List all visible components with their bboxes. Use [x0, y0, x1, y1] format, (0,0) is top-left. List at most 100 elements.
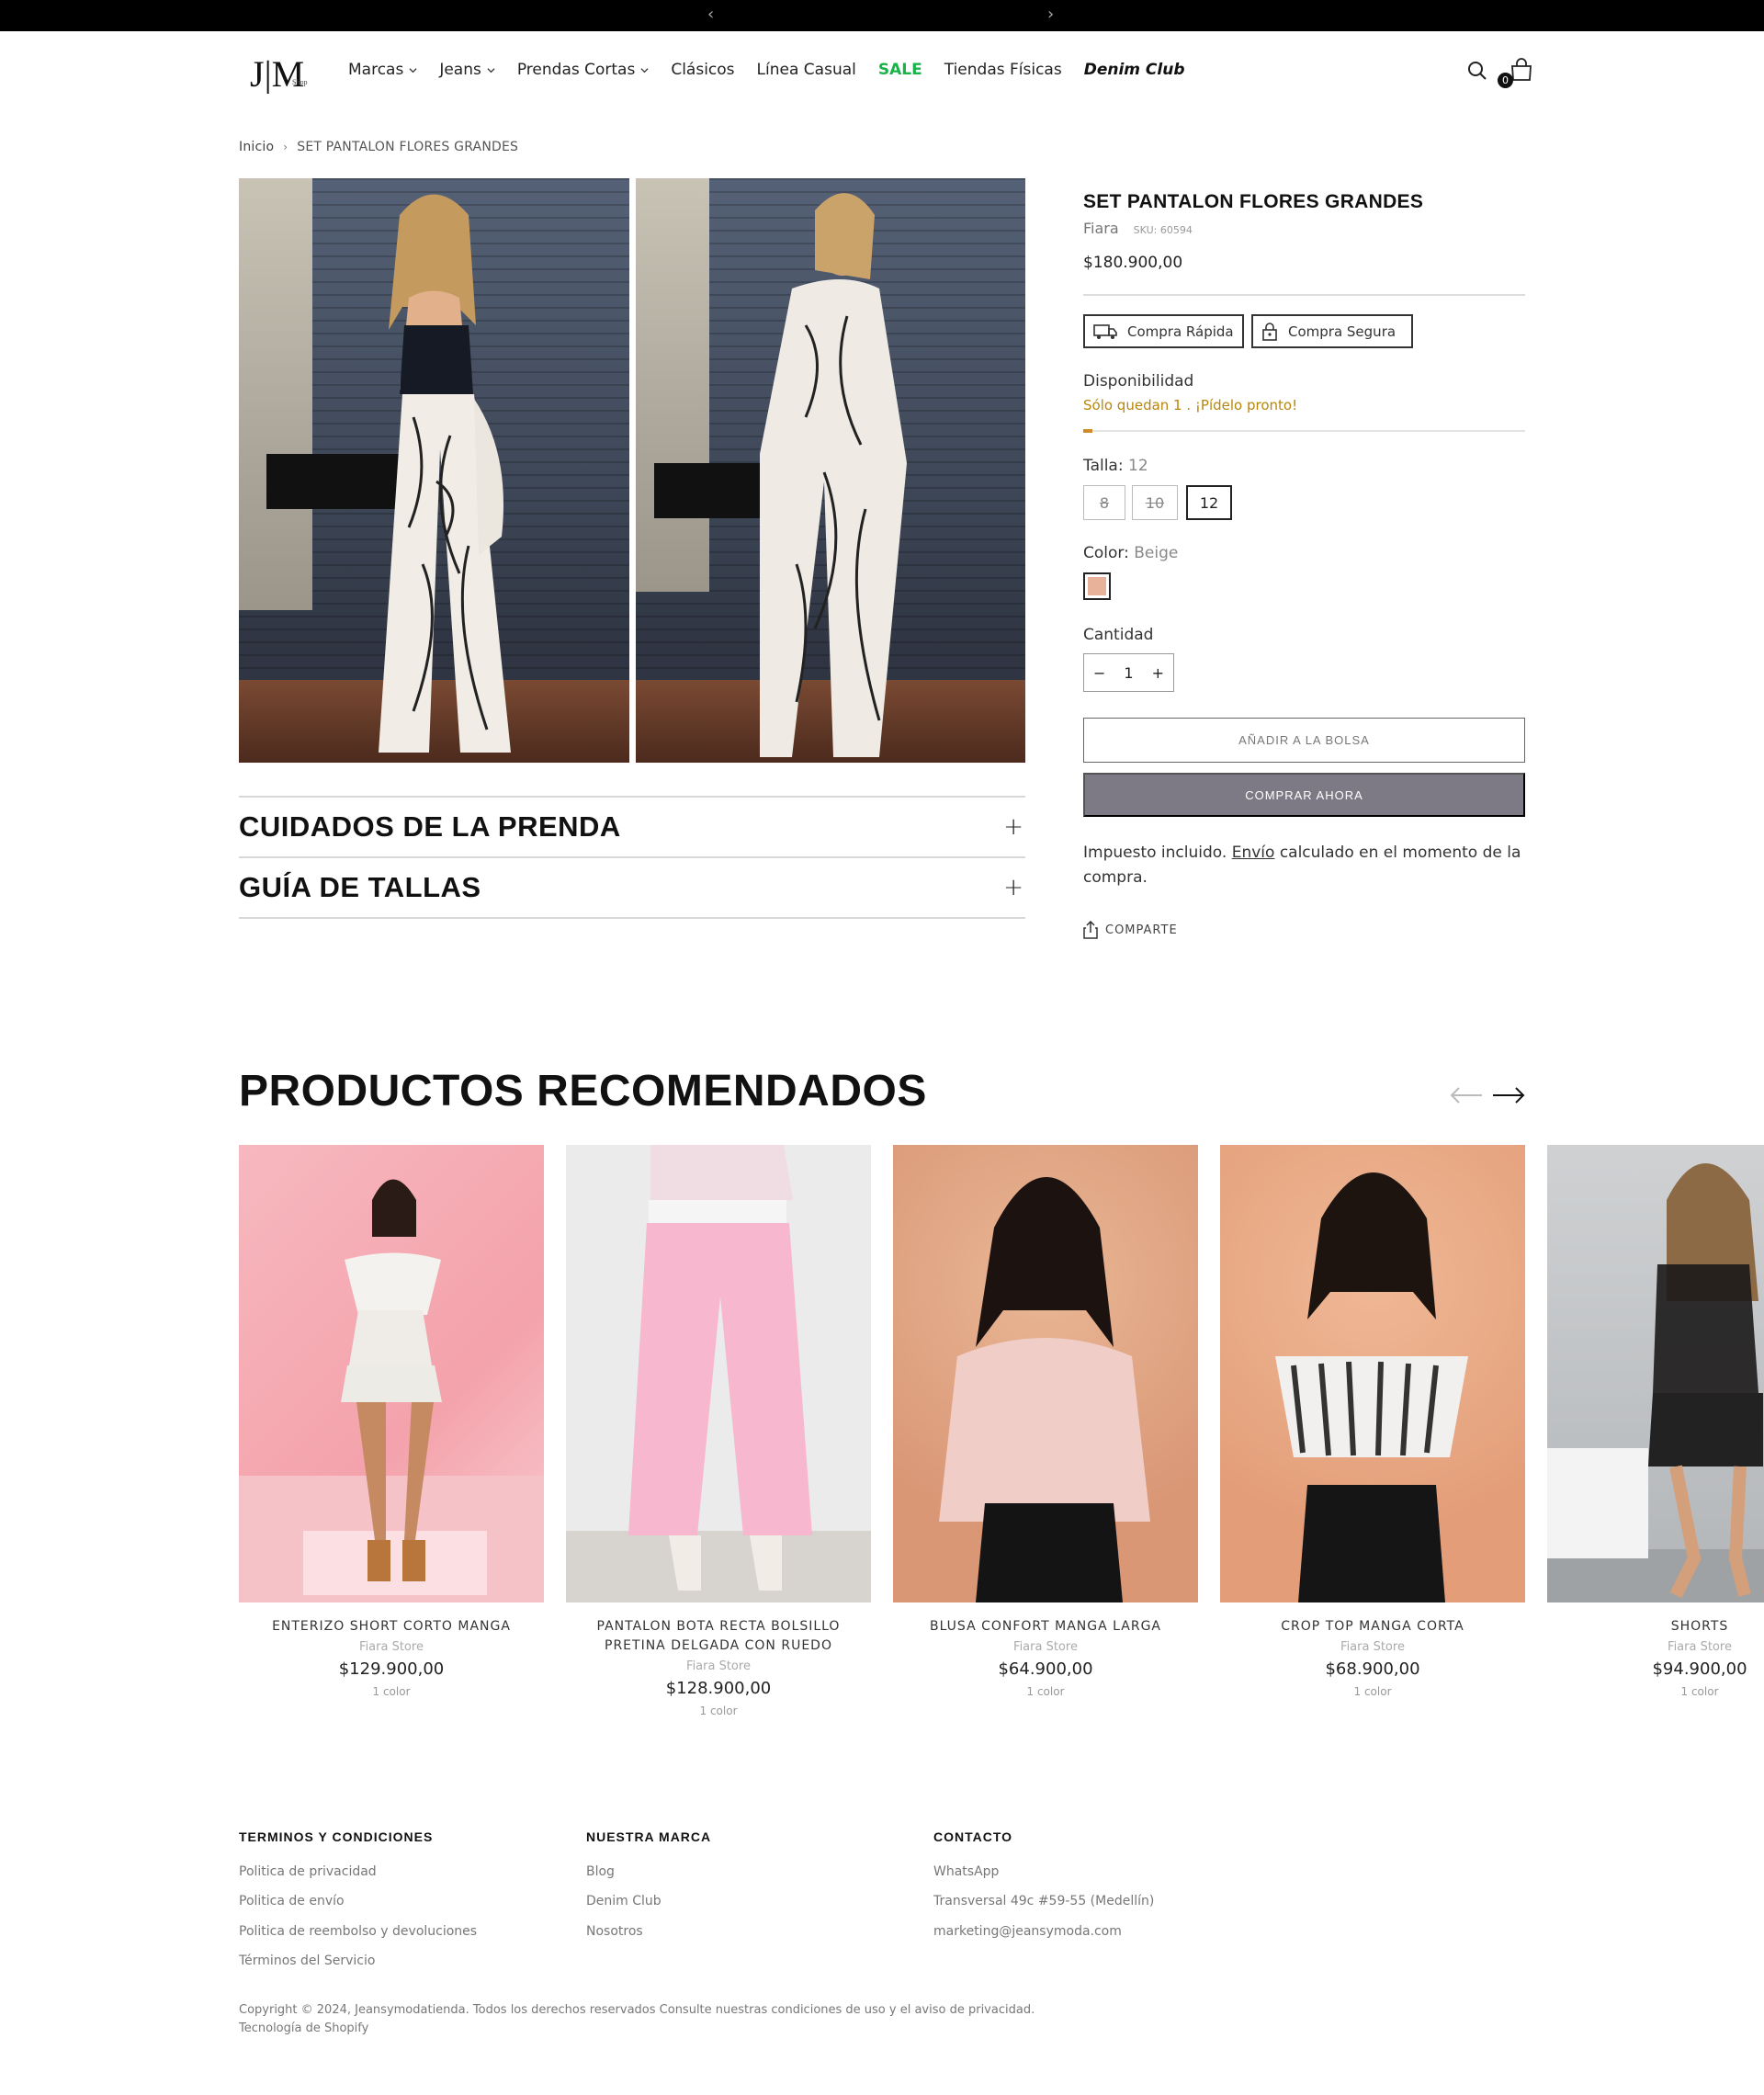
product-card-image[interactable] [239, 1145, 544, 1602]
nav-item-clasicos[interactable]: Clásicos [671, 61, 734, 79]
product-card-image[interactable] [1547, 1145, 1764, 1602]
footer-heading: NUESTRA MARCA [586, 1829, 712, 1844]
footer-link[interactable]: Politica de reembolso y devoluciones [239, 1924, 477, 1939]
footer-link[interactable]: Politica de envío [239, 1894, 345, 1908]
quantity-value[interactable]: 1 [1124, 664, 1133, 682]
chevron-down-icon [640, 67, 649, 73]
nav-item-sale[interactable]: SALE [878, 61, 922, 79]
footer-link[interactable]: Blog [586, 1864, 615, 1879]
share-label: COMPARTE [1105, 923, 1178, 937]
size-option-8[interactable]: 8 [1083, 485, 1125, 520]
product-card-image[interactable] [566, 1145, 871, 1602]
product-card-store: Fiara Store [686, 1659, 751, 1673]
product-card-image[interactable] [893, 1145, 1198, 1602]
lock-icon [1262, 322, 1277, 341]
product-card-colors: 1 color [1680, 1685, 1719, 1698]
nav-label: Denim Club [1083, 61, 1185, 79]
nav-item-linea-casual[interactable]: Línea Casual [757, 61, 856, 79]
product-card-image[interactable] [1220, 1145, 1525, 1602]
nav-item-marcas[interactable]: Marcas [348, 61, 417, 79]
size-option-12[interactable]: 12 [1186, 485, 1232, 520]
tax-note: Impuesto incluido. Envío calculado en el… [1083, 841, 1533, 890]
add-to-bag-button[interactable]: AÑADIR A LA BOLSA [1083, 718, 1525, 763]
nav-item-prendas-cortas[interactable]: Prendas Cortas [517, 61, 649, 79]
product-card[interactable]: CROP TOP MANGA CORTA Fiara Store $68.900… [1220, 1617, 1525, 1701]
search-icon[interactable] [1466, 60, 1488, 82]
arrow-right-icon[interactable] [1492, 1086, 1525, 1104]
copyright: Copyright © 2024, Jeansymodatienda. Todo… [239, 2001, 1035, 2038]
color-label: Color: [1083, 544, 1129, 562]
footer-link[interactable]: Términos del Servicio [239, 1953, 375, 1968]
product-card-price: $94.900,00 [1652, 1659, 1747, 1679]
product-card-colors: 1 color [1026, 1685, 1065, 1698]
buy-now-button[interactable]: COMPRAR AHORA [1083, 773, 1525, 817]
accordion-title: CUIDADOS DE LA PRENDA [239, 810, 621, 843]
nav-label: Marcas [348, 61, 404, 79]
footer-heading: TERMINOS Y CONDICIONES [239, 1829, 434, 1844]
product-card-name[interactable]: CROP TOP MANGA CORTA [1220, 1617, 1525, 1636]
recommended-title: PRODUCTOS RECOMENDADOS [239, 1067, 927, 1115]
nav-item-jeans[interactable]: Jeans [439, 61, 495, 79]
breadcrumb-home[interactable]: Inicio [239, 140, 274, 154]
secure-buy-badge: Compra Segura [1251, 314, 1413, 348]
size-option-label: 10 [1145, 493, 1165, 512]
product-card[interactable]: SHORTS Fiara Store $94.900,00 1 color [1547, 1617, 1764, 1701]
product-title: SET PANTALON FLORES GRANDES [1083, 191, 1424, 212]
product-brand[interactable]: Fiara [1083, 220, 1119, 237]
product-card-name[interactable]: ENTERIZO SHORT CORTO MANGA [239, 1617, 544, 1636]
logo-mark: J|M [250, 53, 304, 94]
accordion-title: GUÍA DE TALLAS [239, 871, 481, 903]
product-card[interactable]: PANTALON BOTA RECTA BOLSILLO PRETINA DEL… [566, 1617, 871, 1720]
size-label: Talla: [1083, 457, 1124, 475]
cart-count-badge: 0 [1498, 73, 1513, 88]
product-card-colors: 1 color [699, 1704, 738, 1717]
footer-link[interactable]: Nosotros [586, 1924, 643, 1939]
main-nav: Marcas Jeans Prendas Cortas Clásicos Lín… [348, 59, 1207, 81]
nav-label: SALE [877, 61, 922, 79]
shipping-link[interactable]: Envío [1232, 844, 1275, 862]
arrow-left-icon[interactable] [1450, 1086, 1483, 1104]
product-image-back[interactable] [636, 178, 1025, 763]
product-image-front[interactable] [239, 178, 629, 763]
product-card[interactable]: ENTERIZO SHORT CORTO MANGA Fiara Store $… [239, 1617, 544, 1701]
share-icon [1083, 921, 1098, 939]
announcement-bar: ‹ › [0, 0, 1764, 31]
footer-link[interactable]: Denim Club [586, 1894, 662, 1908]
color-selected-value: Beige [1134, 544, 1179, 562]
product-card-name[interactable]: BLUSA CONFORT MANGA LARGA [893, 1617, 1198, 1636]
divider [1083, 294, 1525, 296]
color-label-row: Color: Beige [1083, 544, 1178, 562]
site-logo[interactable]: J|M Shop [250, 50, 314, 95]
product-card-name[interactable]: PANTALON BOTA RECTA BOLSILLO PRETINA DEL… [566, 1617, 871, 1656]
product-card-price: $129.900,00 [338, 1659, 445, 1679]
footer-link[interactable]: Politica de privacidad [239, 1864, 377, 1879]
powered-by-link[interactable]: Tecnología de Shopify [239, 2020, 1035, 2038]
accordion-care[interactable]: CUIDADOS DE LA PRENDA + [239, 796, 1025, 856]
announcement-prev-icon[interactable]: ‹ [707, 4, 714, 26]
size-option-10[interactable]: 10 [1132, 485, 1178, 520]
announcement-next-icon[interactable]: › [1047, 4, 1054, 26]
footer-link[interactable]: Transversal 49c #59-55 (Medellín) [933, 1894, 1154, 1908]
stock-bar-track [1083, 430, 1525, 432]
footer-link[interactable]: marketing@jeansymoda.com [933, 1924, 1122, 1939]
footer-heading: CONTACTO [933, 1829, 1013, 1844]
accordion-size-guide[interactable]: GUÍA DE TALLAS + [239, 856, 1025, 919]
nav-item-tiendas-fisicas[interactable]: Tiendas Físicas [944, 61, 1062, 79]
product-card-price: $128.900,00 [665, 1679, 772, 1698]
breadcrumb: Inicio › SET PANTALON FLORES GRANDES [239, 140, 518, 154]
size-option-label: 12 [1199, 493, 1219, 512]
minus-icon[interactable]: − [1093, 664, 1105, 682]
product-card[interactable]: BLUSA CONFORT MANGA LARGA Fiara Store $6… [893, 1617, 1198, 1701]
share-button[interactable]: COMPARTE [1083, 921, 1178, 939]
availability-label: Disponibilidad [1083, 372, 1194, 391]
shopping-bag-icon[interactable] [1510, 58, 1533, 82]
chevron-down-icon [409, 67, 417, 73]
nav-item-denim-club[interactable]: Denim Club [1084, 61, 1185, 79]
quick-buy-badge: Compra Rápida [1083, 314, 1244, 348]
product-card-store: Fiara Store [1340, 1640, 1405, 1654]
color-swatch-beige[interactable] [1083, 572, 1111, 600]
plus-icon[interactable]: + [1152, 664, 1164, 682]
footer-link[interactable]: WhatsApp [933, 1864, 999, 1879]
product-card-name[interactable]: SHORTS [1547, 1617, 1764, 1636]
breadcrumb-separator-icon: › [283, 141, 288, 153]
